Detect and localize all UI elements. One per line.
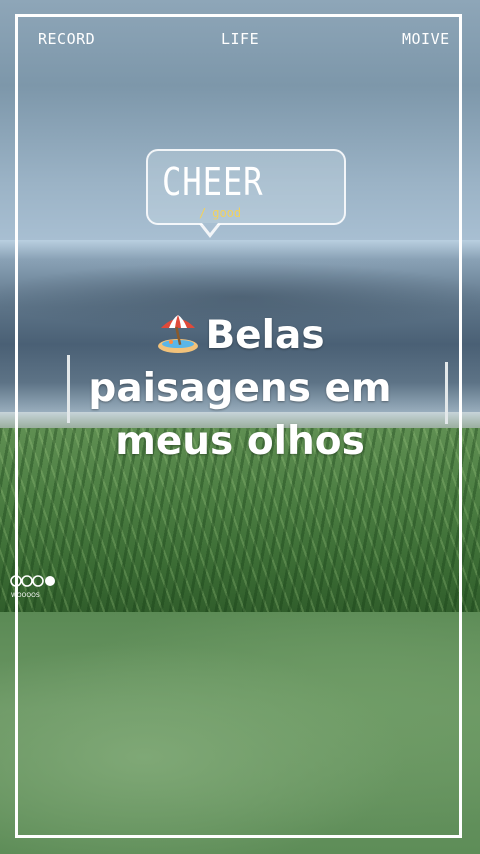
watermark-text: WOOOOS xyxy=(11,592,40,599)
beach-umbrella-icon xyxy=(158,315,199,353)
bubble-title: CHEER xyxy=(162,160,264,204)
speech-bubble-tail-inner xyxy=(202,223,218,233)
watermark: WOOOOS xyxy=(9,573,61,603)
bubble-slash: / xyxy=(199,206,207,220)
bubble-subtitle: / good xyxy=(199,206,241,220)
headline-line-1: Belas xyxy=(40,308,440,362)
headline-text-1: Belas xyxy=(205,313,325,358)
watermark-logo-icon: WOOOOS xyxy=(10,575,55,599)
top-nav: RECORD LIFE MOIVE xyxy=(0,30,480,50)
nav-moive[interactable]: MOIVE xyxy=(402,30,450,48)
headline: Belas paisagens em meus olhos xyxy=(40,308,440,468)
headline-line-3: meus olhos xyxy=(115,419,365,464)
nav-life[interactable]: LIFE xyxy=(221,30,259,48)
headline-line-2: paisagens em xyxy=(88,366,392,411)
bubble-subtitle-text: good xyxy=(212,206,242,220)
nav-record[interactable]: RECORD xyxy=(38,30,95,48)
